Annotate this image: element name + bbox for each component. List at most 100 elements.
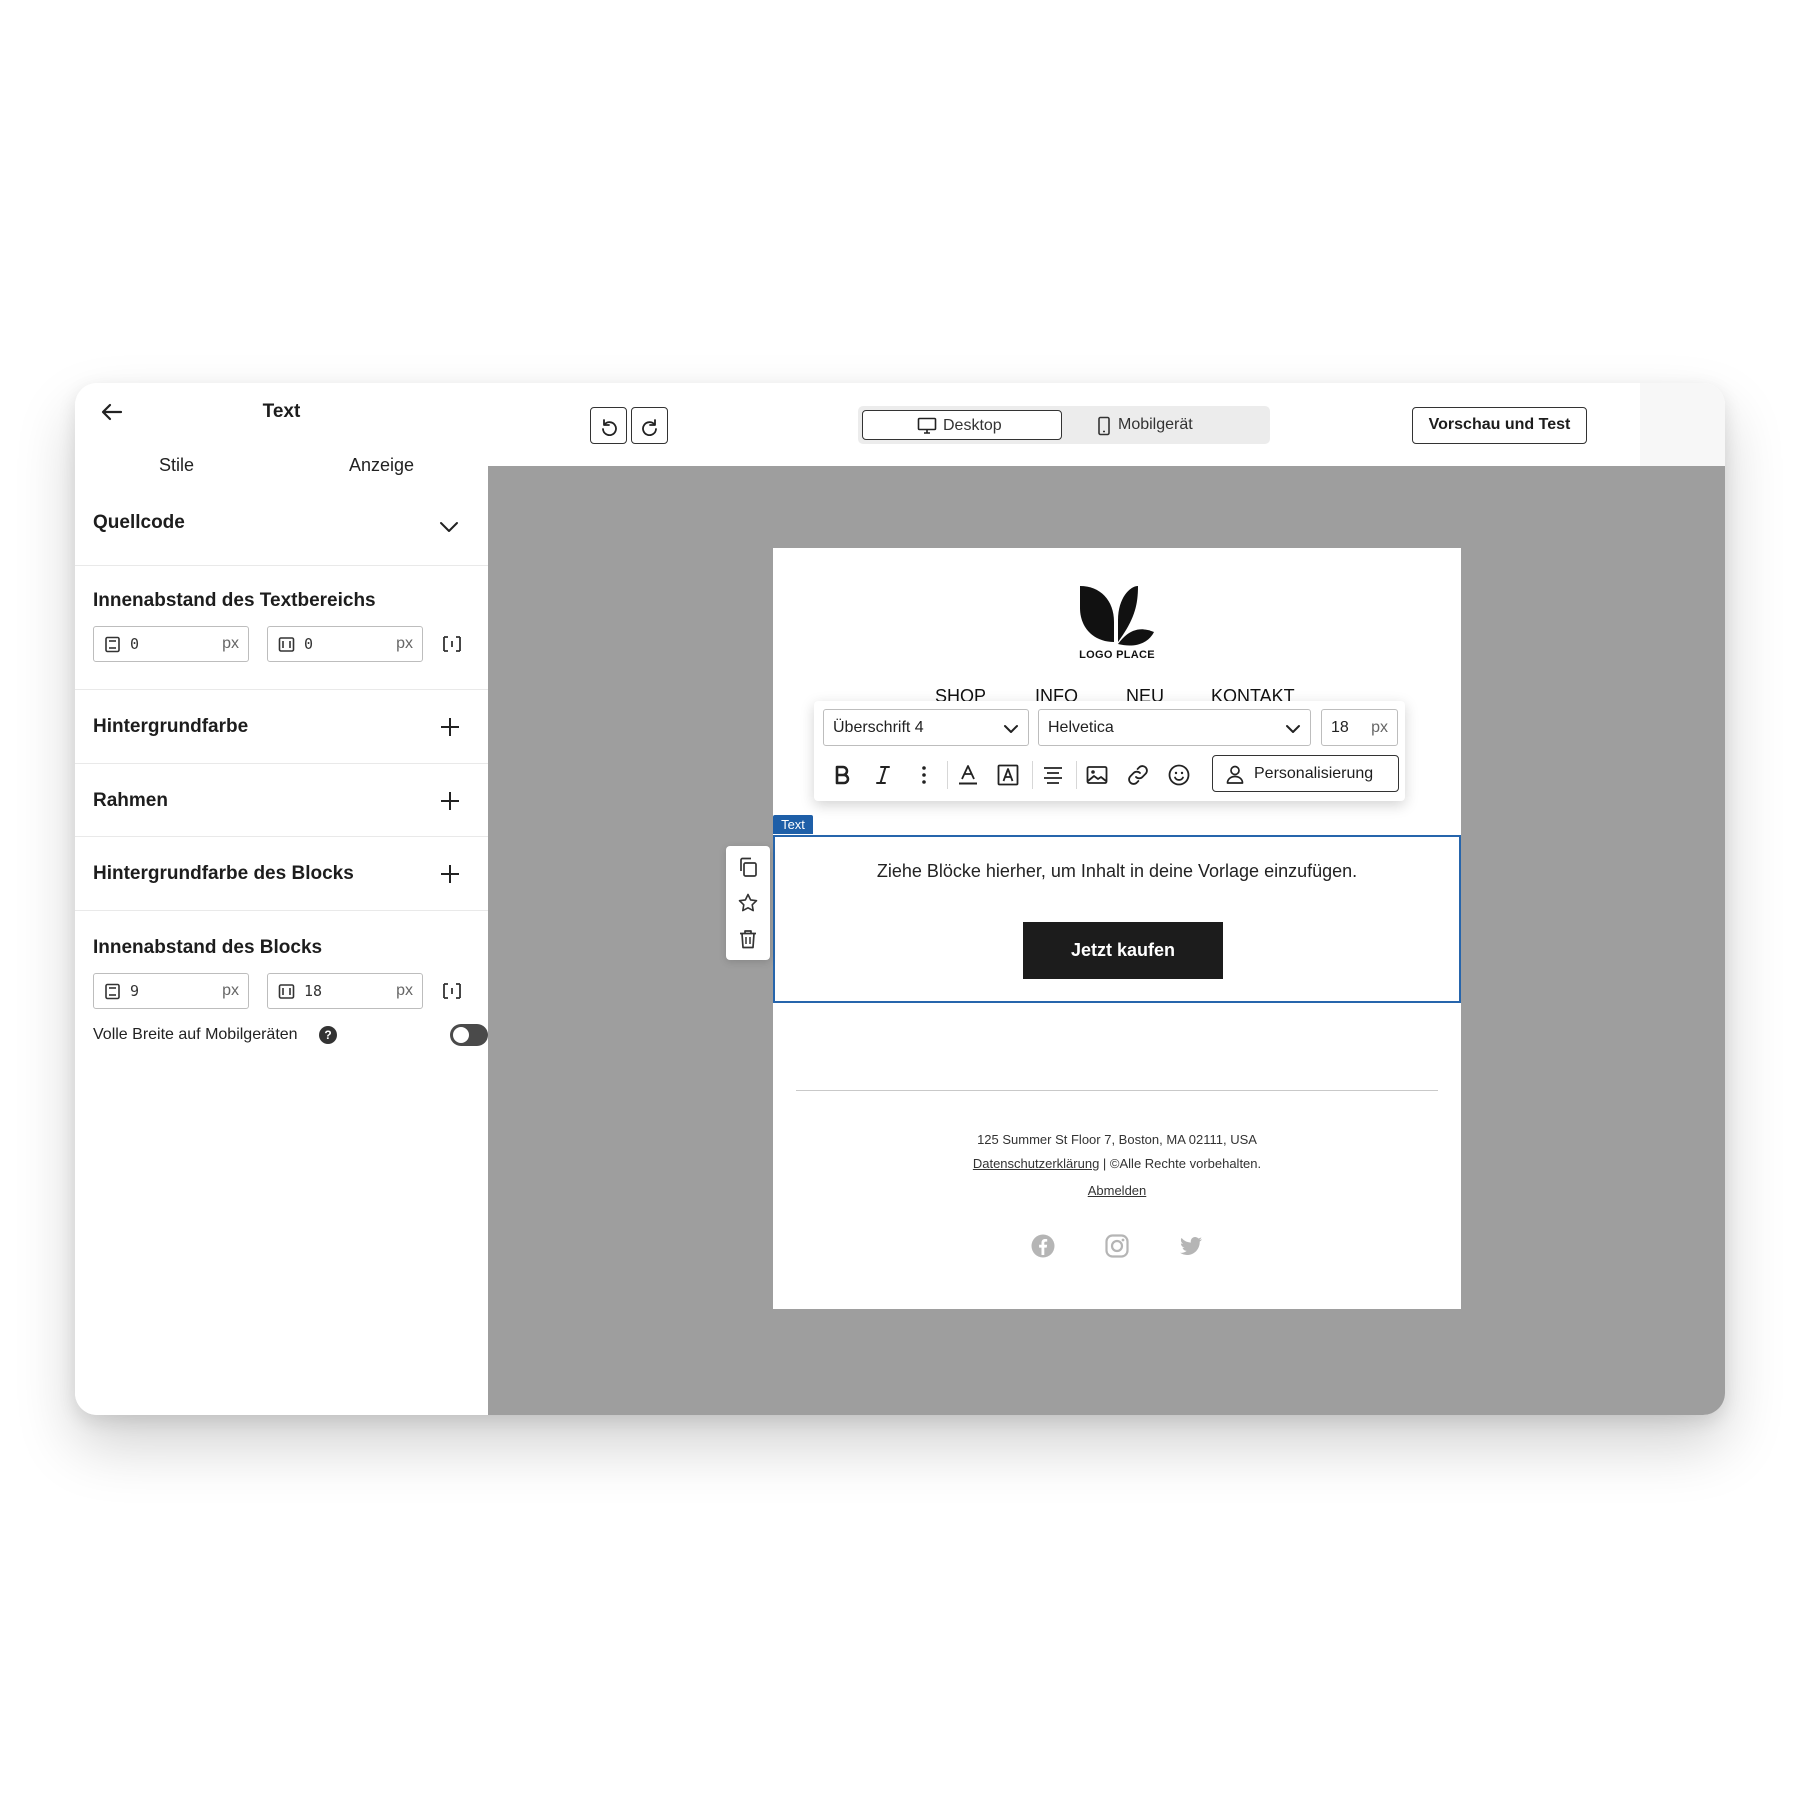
text-color-icon[interactable] xyxy=(956,763,980,787)
bold-icon[interactable] xyxy=(830,763,854,787)
privacy-link[interactable]: Datenschutzerklärung xyxy=(973,1156,1099,1171)
personalization-label: Personalisierung xyxy=(1254,765,1374,782)
body-text[interactable]: Ziehe Blöcke hierher, um Inhalt in deine… xyxy=(775,861,1459,882)
padding-expand-icon[interactable] xyxy=(441,633,463,655)
desktop-icon xyxy=(917,417,937,434)
text-padding-vertical-value: 0 xyxy=(130,635,140,653)
align-center-icon[interactable] xyxy=(1041,763,1065,787)
undo-icon xyxy=(602,419,617,436)
source-code-label: Quellcode xyxy=(93,512,185,533)
link-icon[interactable] xyxy=(1126,763,1150,787)
full-width-mobile-toggle[interactable] xyxy=(450,1024,488,1046)
sidebar-header: Text xyxy=(75,383,488,443)
help-icon[interactable]: ? xyxy=(319,1026,337,1044)
block-background-label: Hintergrundfarbe des Blocks xyxy=(93,863,354,884)
text-padding-horizontal-value: 0 xyxy=(304,635,314,653)
device-switcher: Desktop Mobilgerät xyxy=(858,406,1270,444)
text-style-select[interactable]: Überschrift 4 xyxy=(823,709,1029,746)
horizontal-padding-icon xyxy=(278,984,295,999)
redo-button[interactable] xyxy=(631,407,668,444)
selected-text-block[interactable]: Ziehe Blöcke hierher, um Inhalt in deine… xyxy=(773,835,1461,1003)
block-background-section[interactable]: Hintergrundfarbe des Blocks xyxy=(75,837,488,911)
unit-label: px xyxy=(396,982,413,999)
topbar-right-strip xyxy=(1640,383,1725,466)
source-code-section[interactable]: Quellcode xyxy=(75,489,488,566)
text-padding-horizontal-field[interactable]: 0 px xyxy=(267,626,423,662)
twitter-icon[interactable] xyxy=(1178,1233,1204,1259)
plus-icon[interactable] xyxy=(439,790,461,812)
top-toolbar: Desktop Mobilgerät Vorschau und Test xyxy=(488,383,1725,466)
trash-icon[interactable] xyxy=(737,928,759,950)
emoji-icon[interactable] xyxy=(1167,763,1191,787)
redo-icon xyxy=(642,419,657,436)
footer-divider xyxy=(796,1090,1438,1091)
instagram-icon[interactable] xyxy=(1104,1233,1130,1259)
desktop-view-button[interactable]: Desktop xyxy=(862,410,1062,440)
full-width-mobile-row: Volle Breite auf Mobilgeräten ? xyxy=(93,1023,488,1049)
highlight-color-icon[interactable] xyxy=(996,763,1020,787)
block-actions-toolbar xyxy=(726,846,770,960)
cta-button[interactable]: Jetzt kaufen xyxy=(1023,922,1223,979)
full-width-mobile-label: Volle Breite auf Mobilgeräten xyxy=(93,1026,298,1043)
toolbar-separator xyxy=(1032,761,1033,789)
unit-label: px xyxy=(396,635,413,652)
unsubscribe-row: Abmelden xyxy=(773,1183,1461,1198)
desktop-label: Desktop xyxy=(943,417,1002,434)
more-vertical-icon[interactable] xyxy=(912,763,936,787)
vertical-padding-icon xyxy=(105,636,120,653)
tab-stile[interactable]: Stile xyxy=(159,455,194,476)
padding-expand-icon[interactable] xyxy=(441,980,463,1002)
border-label: Rahmen xyxy=(93,790,168,811)
horizontal-padding-icon xyxy=(278,637,295,652)
text-padding-section: Innenabstand des Textbereichs 0 px 0 px xyxy=(75,566,488,690)
rich-text-toolbar: Überschrift 4 Helvetica 18 px Personalis… xyxy=(814,701,1405,801)
footer-address: 125 Summer St Floor 7, Boston, MA 02111,… xyxy=(977,1132,1257,1147)
plus-icon[interactable] xyxy=(439,863,461,885)
personalization-button[interactable]: Personalisierung xyxy=(1212,755,1399,792)
toolbar-separator xyxy=(947,761,948,789)
block-padding-label: Innenabstand des Blocks xyxy=(93,937,323,958)
email-template: LOGO PLACE SHOP INFO NEU KONTAKT Text Zi… xyxy=(773,548,1461,1309)
preview-and-test-button[interactable]: Vorschau und Test xyxy=(1412,407,1587,444)
text-style-value: Überschrift 4 xyxy=(833,719,924,736)
italic-icon[interactable] xyxy=(871,763,895,787)
chevron-down-icon xyxy=(1286,725,1300,733)
font-family-select[interactable]: Helvetica xyxy=(1038,709,1311,746)
background-color-section[interactable]: Hintergrundfarbe xyxy=(75,690,488,764)
editor-window: Text Stile Anzeige Quellcode Innenabstan… xyxy=(75,383,1725,1415)
star-icon[interactable] xyxy=(737,892,759,914)
block-type-tag: Text xyxy=(773,815,813,834)
mobile-label: Mobilgerät xyxy=(1118,416,1193,433)
vertical-padding-icon xyxy=(105,983,120,1000)
unsubscribe-link[interactable]: Abmelden xyxy=(1088,1183,1147,1198)
mobile-view-button[interactable]: Mobilgerät xyxy=(1066,410,1266,440)
rights-text: | ©Alle Rechte vorbehalten. xyxy=(1099,1156,1262,1171)
person-icon xyxy=(1226,765,1244,784)
block-padding-vertical-field[interactable]: 9 px xyxy=(93,973,249,1009)
duplicate-icon[interactable] xyxy=(737,856,759,878)
background-color-label: Hintergrundfarbe xyxy=(93,716,249,737)
unit-label: px xyxy=(222,635,239,652)
text-padding-label: Innenabstand des Textbereichs xyxy=(93,590,376,611)
block-padding-horizontal-field[interactable]: 18 px xyxy=(267,973,423,1009)
border-section[interactable]: Rahmen xyxy=(75,764,488,837)
font-size-field[interactable]: 18 px xyxy=(1321,709,1398,746)
font-family-value: Helvetica xyxy=(1048,719,1114,736)
toggle-knob xyxy=(453,1027,469,1043)
font-size-value: 18 xyxy=(1331,719,1349,736)
toolbar-separator xyxy=(1076,761,1077,789)
block-padding-vertical-value: 9 xyxy=(130,982,140,1000)
footer-links: Datenschutzerklärung | ©Alle Rechte vorb… xyxy=(773,1156,1461,1171)
text-padding-vertical-field[interactable]: 0 px xyxy=(93,626,249,662)
sidebar-title: Text xyxy=(262,401,301,422)
plus-icon[interactable] xyxy=(439,716,461,738)
email-canvas: LOGO PLACE SHOP INFO NEU KONTAKT Text Zi… xyxy=(488,466,1725,1415)
facebook-icon[interactable] xyxy=(1030,1233,1056,1259)
image-icon[interactable] xyxy=(1085,763,1109,787)
tab-anzeige[interactable]: Anzeige xyxy=(349,455,414,476)
block-padding-horizontal-value: 18 xyxy=(304,982,323,1000)
chevron-down-icon[interactable] xyxy=(438,516,460,538)
undo-button[interactable] xyxy=(590,407,627,444)
font-size-unit: px xyxy=(1371,719,1388,736)
logo-text: LOGO PLACE xyxy=(1079,649,1155,661)
